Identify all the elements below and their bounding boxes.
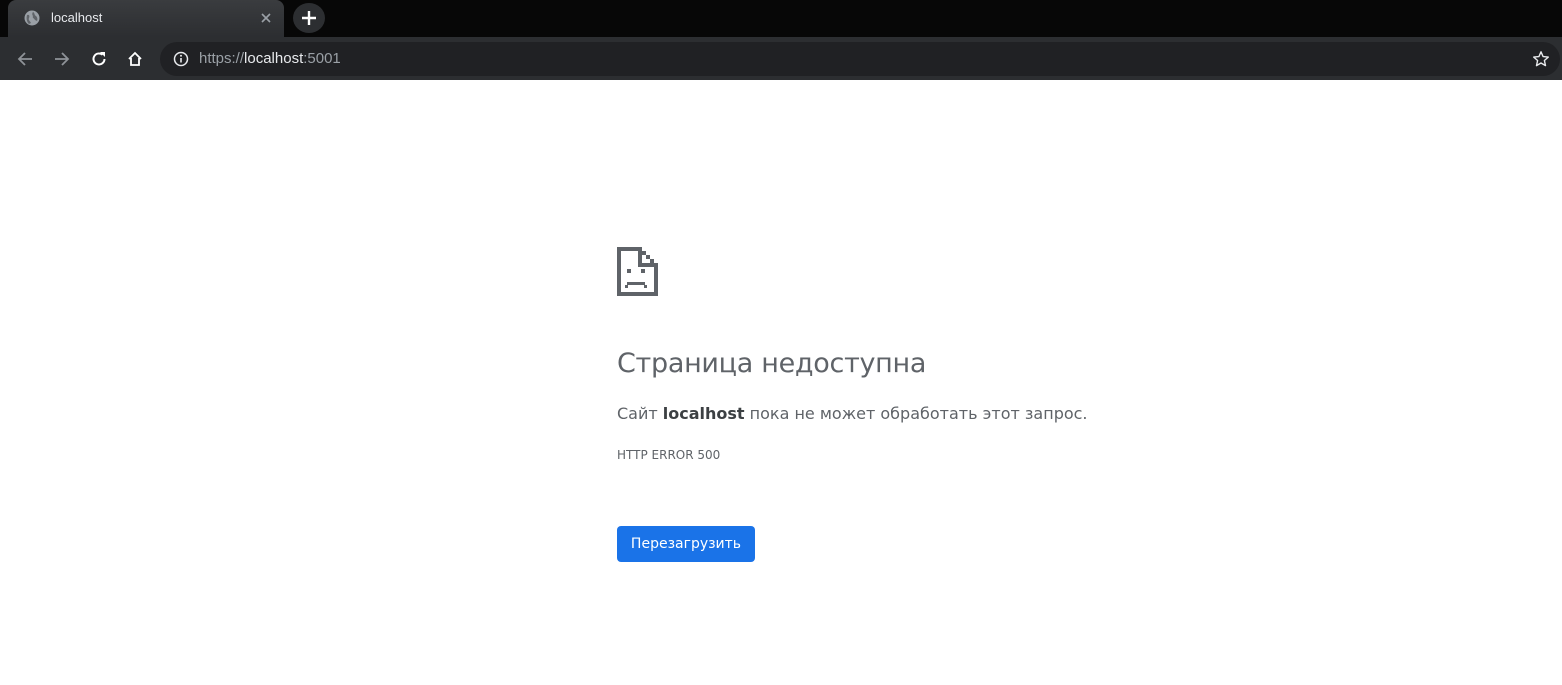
- error-heading: Страница недоступна: [617, 348, 927, 379]
- back-button[interactable]: [11, 45, 39, 73]
- plus-icon: [302, 11, 316, 25]
- tab-title: localhost: [51, 10, 103, 25]
- error-message-suffix: пока не может обработать этот запрос.: [744, 404, 1088, 423]
- url-host: localhost: [244, 50, 304, 67]
- reload-icon: [92, 52, 106, 66]
- page-content: Страница недоступна Сайт localhost пока …: [0, 80, 1562, 685]
- url-text[interactable]: https://localhost:5001: [199, 51, 341, 67]
- browser-toolbar: https://localhost:5001: [0, 37, 1562, 80]
- star-outline-icon[interactable]: [1532, 50, 1550, 68]
- url-scheme: https://: [199, 50, 245, 67]
- tab-strip: localhost: [0, 0, 1562, 37]
- globe-icon: [24, 10, 40, 26]
- arrow-right-icon: [55, 52, 70, 66]
- error-message-host: localhost: [662, 404, 745, 423]
- tab-localhost[interactable]: localhost: [8, 0, 284, 37]
- error-code: HTTP ERROR 500: [617, 448, 721, 462]
- address-bar[interactable]: https://localhost:5001: [160, 42, 1560, 76]
- url-port: :5001: [303, 50, 341, 67]
- home-button[interactable]: [121, 45, 149, 73]
- forward-button[interactable]: [48, 45, 76, 73]
- info-icon[interactable]: [173, 51, 189, 67]
- arrow-left-icon: [17, 52, 32, 66]
- reload-button[interactable]: Перезагрузить: [617, 526, 755, 562]
- error-message: Сайт localhost пока не может обработать …: [617, 404, 1088, 423]
- new-tab-button[interactable]: [293, 3, 325, 33]
- browser-window: localhost https://localhost:5001 Страниц…: [0, 0, 1562, 685]
- home-icon: [128, 51, 142, 66]
- error-message-prefix: Сайт: [617, 404, 663, 423]
- close-icon[interactable]: [258, 10, 274, 26]
- sad-page-icon: [617, 247, 658, 296]
- reload-nav-button[interactable]: [85, 45, 113, 73]
